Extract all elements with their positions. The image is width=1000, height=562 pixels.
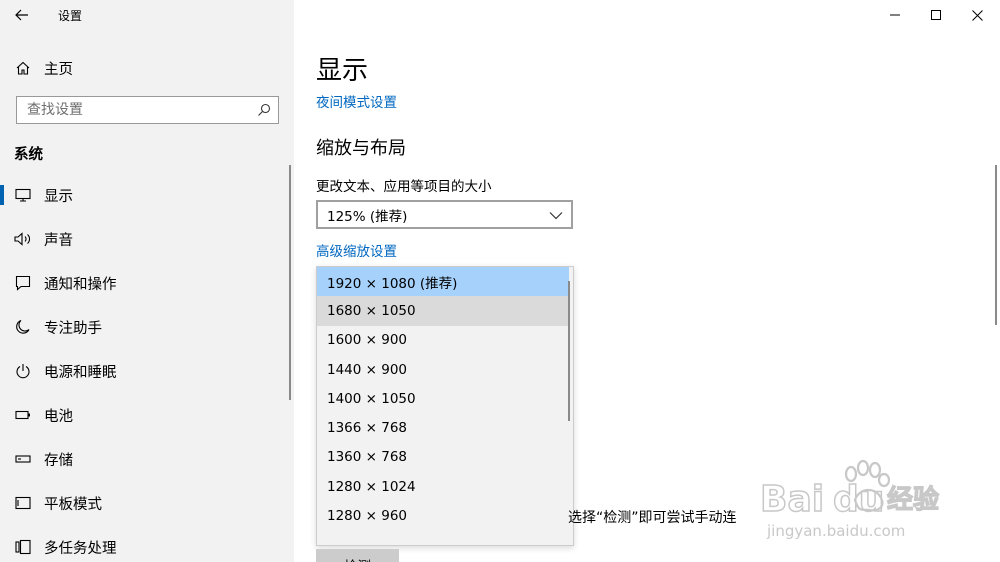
sidebar-item-label: 存储 <box>44 452 73 469</box>
home-label: 主页 <box>44 61 73 78</box>
resolution-option[interactable]: 1360 × 768 <box>317 443 569 472</box>
search-box[interactable] <box>16 96 279 124</box>
resolution-option[interactable]: 1280 × 1024 <box>317 472 569 501</box>
sidebar-item-label: 声音 <box>44 232 73 249</box>
sidebar-item-label: 显示 <box>44 188 73 205</box>
resolution-option[interactable]: 1440 × 900 <box>317 355 569 384</box>
message-icon <box>14 274 32 292</box>
minimize-icon <box>890 14 900 16</box>
sidebar-item-storage[interactable]: 存储 <box>0 437 294 481</box>
main-scrollbar[interactable] <box>995 165 997 325</box>
sidebar-item-label: 多任务处理 <box>44 540 117 557</box>
sidebar-item-label: 电池 <box>44 408 73 425</box>
power-icon <box>14 362 32 380</box>
night-light-settings-link[interactable]: 夜间模式设置 <box>316 91 397 111</box>
sidebar-item-home[interactable]: 主页 <box>14 56 73 80</box>
moon-icon <box>14 318 32 336</box>
advanced-scaling-link[interactable]: 高级缩放设置 <box>316 240 397 260</box>
minimize-button[interactable] <box>872 0 918 30</box>
search-input[interactable] <box>17 97 242 123</box>
close-icon <box>971 9 983 21</box>
maximize-button[interactable] <box>913 0 959 30</box>
scale-select[interactable]: 125% (推荐) <box>316 200 573 229</box>
close-button[interactable] <box>954 0 1000 30</box>
sidebar: 设置 主页 系统 显示 声音 通知和操作 <box>0 0 294 562</box>
resolution-option[interactable]: 1366 × 768 <box>317 413 569 442</box>
scale-layout-heading: 缩放与布局 <box>316 138 406 159</box>
sidebar-item-display[interactable]: 显示 <box>0 173 294 217</box>
sidebar-item-label: 通知和操作 <box>44 276 117 293</box>
scale-select-value: 125% (推荐) <box>327 208 408 225</box>
sidebar-scrollbar[interactable] <box>289 165 291 400</box>
storage-icon <box>14 450 32 468</box>
scale-label: 更改文本、应用等项目的大小 <box>316 179 492 195</box>
resolution-option[interactable]: 1280 × 960 <box>317 501 569 530</box>
svg-text:经验: 经验 <box>887 484 939 515</box>
resolution-option[interactable]: 1920 × 1080 (推荐) <box>317 267 569 297</box>
svg-text:jingyan.baidu.com: jingyan.baidu.com <box>766 522 905 540</box>
app-title: 设置 <box>58 9 83 23</box>
page-title: 显示 <box>316 56 369 86</box>
sidebar-item-power-sleep[interactable]: 电源和睡眠 <box>0 349 294 393</box>
chevron-down-icon <box>549 209 563 221</box>
sidebar-item-notifications[interactable]: 通知和操作 <box>0 261 294 305</box>
search-icon[interactable] <box>256 102 272 118</box>
back-arrow-icon <box>15 9 28 21</box>
speaker-icon <box>14 230 32 248</box>
back-button[interactable] <box>8 2 36 28</box>
home-icon <box>14 59 32 77</box>
sidebar-item-tablet-mode[interactable]: 平板模式 <box>0 481 294 525</box>
sidebar-item-battery[interactable]: 电池 <box>0 393 294 437</box>
detect-button[interactable]: 检测 <box>316 549 399 562</box>
resolution-dropdown-list: 1920 × 1080 (推荐) 1680 × 1050 1600 × 900 144… <box>316 266 574 546</box>
resolution-option[interactable]: 1680 × 1050 <box>317 296 569 326</box>
tablet-icon <box>14 494 32 512</box>
section-title: 系统 <box>14 147 43 163</box>
sidebar-nav: 显示 声音 通知和操作 专注助手 电源和睡眠 电池 存储 平板模式 多任务处理 <box>0 173 294 562</box>
sidebar-item-multitasking[interactable]: 多任务处理 <box>0 525 294 562</box>
multitask-icon <box>14 538 32 556</box>
dropdown-scrollbar[interactable] <box>568 281 570 421</box>
sidebar-item-sound[interactable]: 声音 <box>0 217 294 261</box>
detect-hint-text: 选择“检测”即可尝试手动连 <box>568 510 737 526</box>
maximize-icon <box>931 10 941 20</box>
baidu-jingyan-watermark: Bai du 经验 jingyan.baidu.com <box>759 459 940 540</box>
resolution-option[interactable]: 1400 × 1050 <box>317 384 569 413</box>
battery-icon <box>14 406 32 424</box>
monitor-icon <box>14 186 32 204</box>
sidebar-item-focus-assist[interactable]: 专注助手 <box>0 305 294 349</box>
svg-text:du: du <box>833 479 884 520</box>
resolution-option[interactable]: 1600 × 900 <box>317 326 569 355</box>
svg-text:Bai: Bai <box>760 479 824 520</box>
sidebar-item-label: 电源和睡眠 <box>44 364 117 381</box>
sidebar-item-label: 平板模式 <box>44 496 102 513</box>
sidebar-item-label: 专注助手 <box>44 320 102 337</box>
